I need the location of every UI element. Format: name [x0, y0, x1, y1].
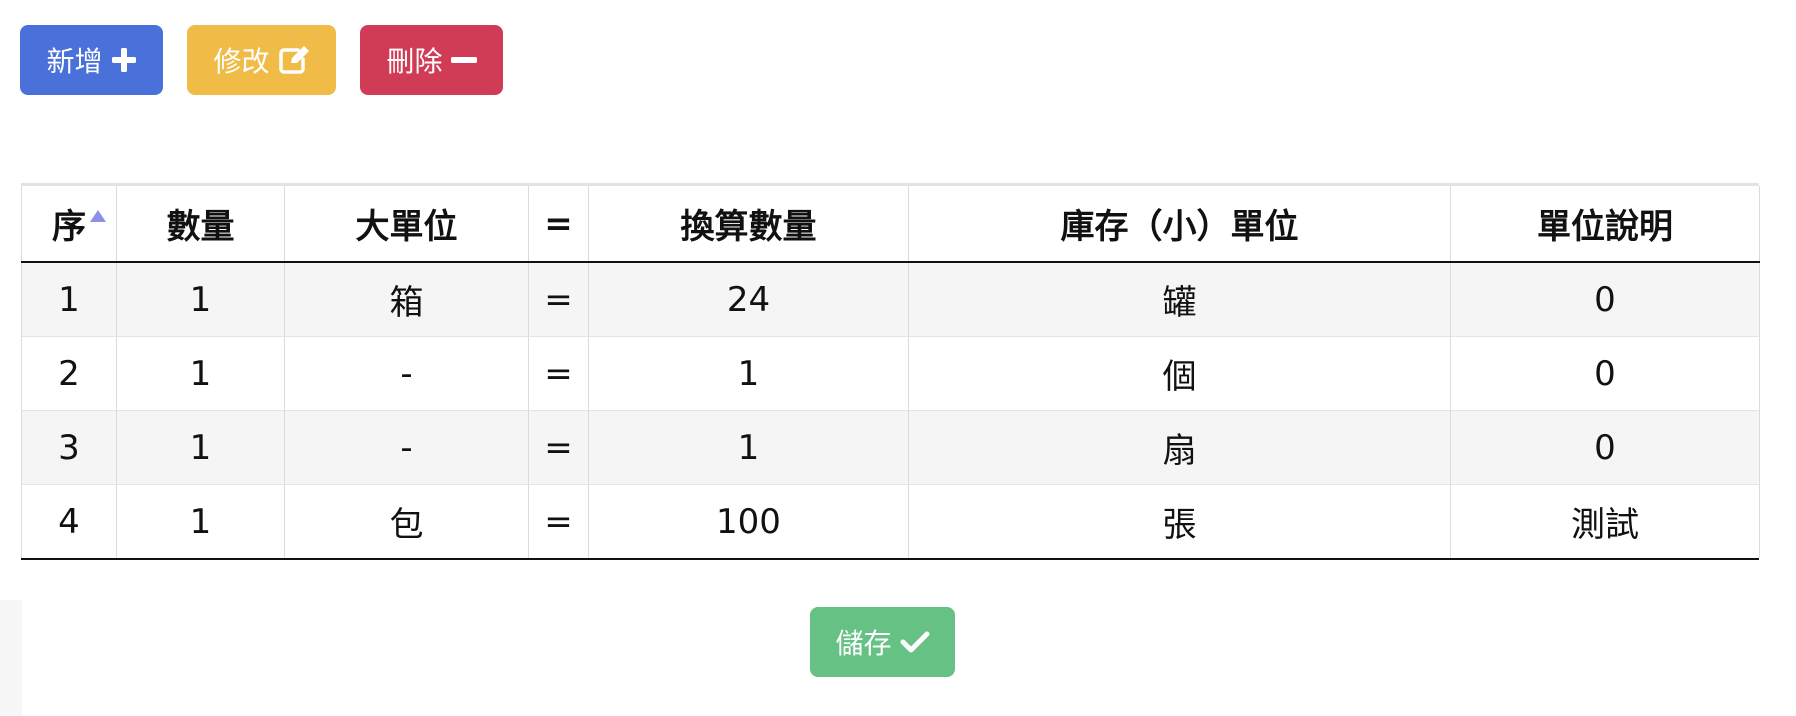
column-header-converted-quantity[interactable]: 換算數量 — [588, 186, 909, 263]
edit-icon — [278, 45, 310, 75]
delete-button-label: 刪除 — [386, 45, 443, 78]
column-header-unit-description[interactable]: 單位說明 — [1450, 186, 1760, 263]
cell-quantity: 1 — [116, 484, 285, 558]
column-header-label: = — [544, 203, 573, 244]
save-button[interactable]: 儲存 — [810, 607, 955, 677]
column-header-label: 數量 — [166, 207, 235, 247]
cell-unit-description: 0 — [1450, 261, 1760, 337]
column-header-label: 換算數量 — [680, 207, 817, 247]
cell-converted-quantity: 100 — [588, 484, 909, 558]
edit-button-label: 修改 — [213, 45, 270, 78]
delete-button[interactable]: 刪除 — [360, 25, 503, 95]
cell-index: 1 — [21, 261, 117, 337]
column-header-label: 序 — [52, 207, 86, 247]
column-header-large-unit[interactable]: 大單位 — [284, 186, 529, 263]
column-header-stock-unit[interactable]: 庫存（小）單位 — [908, 186, 1451, 263]
cell-quantity: 1 — [116, 261, 285, 337]
table-row[interactable]: 2 1 - = 1 個 0 — [21, 336, 1760, 411]
edit-button[interactable]: 修改 — [187, 25, 336, 95]
add-button-label: 新增 — [46, 45, 103, 78]
cell-quantity: 1 — [116, 410, 285, 485]
column-header-quantity[interactable]: 數量 — [116, 186, 285, 263]
minus-icon — [450, 56, 477, 64]
table-row[interactable]: 4 1 包 = 100 張 測試 — [21, 484, 1760, 558]
table-row[interactable]: 3 1 - = 1 扇 0 — [21, 410, 1760, 485]
cell-index: 4 — [21, 484, 117, 558]
cell-stock-unit: 罐 — [908, 261, 1451, 337]
cell-stock-unit: 扇 — [908, 410, 1451, 485]
cell-large-unit: - — [284, 410, 529, 485]
plus-icon — [111, 47, 137, 73]
column-header-index[interactable]: 序 — [21, 186, 117, 263]
save-area: 儲存 — [810, 607, 955, 677]
cell-unit-description: 0 — [1450, 410, 1760, 485]
cell-index: 3 — [21, 410, 117, 485]
cell-converted-quantity: 1 — [588, 336, 909, 411]
cell-converted-quantity: 1 — [588, 410, 909, 485]
page: 新增 修改 刪除 序 數量 大單位 = 換算數量 庫存（小）單位 單位說明 1 … — [0, 0, 1796, 716]
cell-equals: = — [528, 410, 589, 485]
cell-unit-description: 測試 — [1450, 484, 1760, 558]
column-header-label: 庫存（小）單位 — [1060, 207, 1299, 247]
left-edge-strip — [0, 600, 22, 716]
cell-quantity: 1 — [116, 336, 285, 411]
column-header-label: 大單位 — [355, 207, 458, 247]
cell-equals: = — [528, 261, 589, 337]
cell-stock-unit: 張 — [908, 484, 1451, 558]
add-button[interactable]: 新增 — [20, 25, 163, 95]
column-header-equals[interactable]: = — [528, 186, 589, 263]
cell-unit-description: 0 — [1450, 336, 1760, 411]
toolbar: 新增 修改 刪除 — [20, 25, 503, 95]
column-header-label: 單位說明 — [1537, 207, 1673, 247]
table-row[interactable]: 1 1 箱 = 24 罐 0 — [21, 261, 1760, 337]
cell-equals: = — [528, 484, 589, 558]
cell-equals: = — [528, 336, 589, 411]
cell-converted-quantity: 24 — [588, 261, 909, 337]
unit-conversion-table: 序 數量 大單位 = 換算數量 庫存（小）單位 單位說明 1 1 箱 = 24 … — [21, 183, 1760, 560]
cell-large-unit: 箱 — [284, 261, 529, 337]
save-button-label: 儲存 — [835, 627, 892, 660]
cell-large-unit: - — [284, 336, 529, 411]
check-icon — [900, 630, 930, 654]
cell-index: 2 — [21, 336, 117, 411]
cell-stock-unit: 個 — [908, 336, 1451, 411]
table-header-row: 序 數量 大單位 = 換算數量 庫存（小）單位 單位說明 — [21, 186, 1760, 263]
cell-large-unit: 包 — [284, 484, 529, 558]
